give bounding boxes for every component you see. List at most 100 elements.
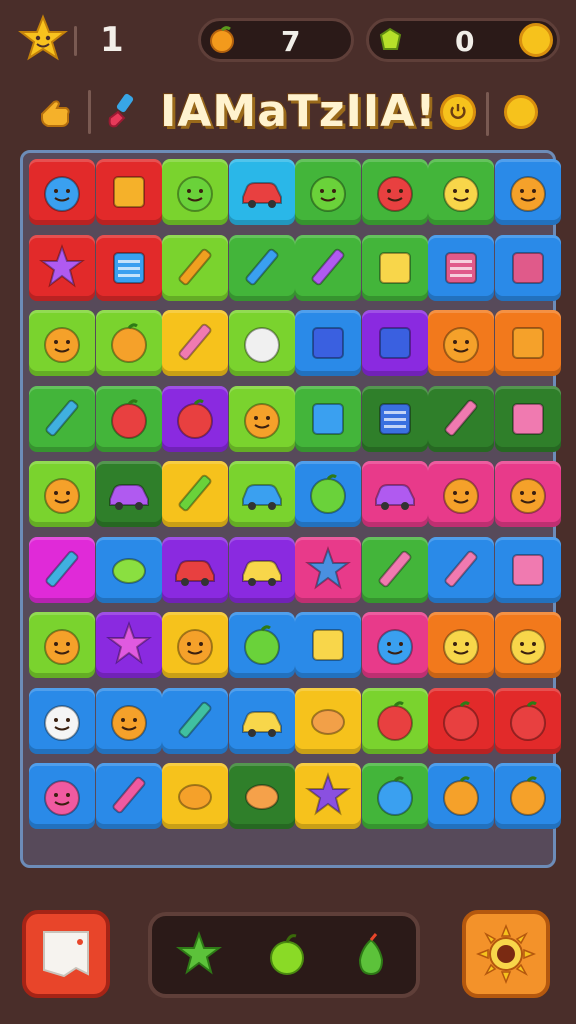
paint-brush-icon[interactable] xyxy=(102,92,142,132)
tile-dkgreen-stripes[interactable] xyxy=(361,385,428,452)
fruit-icon xyxy=(443,700,479,741)
tile-blue-stack[interactable] xyxy=(428,234,494,301)
tile-pink-purple-car[interactable] xyxy=(361,461,428,527)
tile-orange-bear-2[interactable] xyxy=(494,310,561,376)
tile-green-pencil[interactable] xyxy=(361,536,428,603)
green-pear-icon[interactable] xyxy=(346,930,396,980)
critter-icon xyxy=(509,176,546,212)
tile-red-blue-smiley[interactable] xyxy=(29,159,95,225)
tile-blue-pink-blob[interactable] xyxy=(29,763,95,829)
tile-green-green-blob[interactable] xyxy=(295,159,361,225)
tile-green-blue-brush[interactable] xyxy=(228,234,295,301)
car-icon xyxy=(374,484,415,510)
tile-bright-green-smiley[interactable] xyxy=(162,159,228,225)
tile-red-blue-book[interactable] xyxy=(95,234,162,301)
tile-magenta-crayon[interactable] xyxy=(29,536,95,603)
tile-purple-red-car[interactable] xyxy=(162,536,228,603)
tile-dkgreen-pencil[interactable] xyxy=(428,385,494,452)
power-button-icon[interactable] xyxy=(440,94,476,130)
chip-icon xyxy=(178,784,212,810)
tile-red-red-fruit[interactable] xyxy=(428,687,494,754)
tile-green-purple-brush[interactable] xyxy=(295,234,361,301)
tile-green-crayon[interactable] xyxy=(29,385,95,452)
tile-lime-brush[interactable] xyxy=(162,234,228,301)
tile-blue-green-fruit[interactable] xyxy=(228,612,295,678)
tile-blue-pencil[interactable] xyxy=(428,536,494,603)
tile-red-cat-face[interactable] xyxy=(95,159,162,225)
tile-pink-orange-critter[interactable] xyxy=(428,461,494,527)
tile-purple-box[interactable] xyxy=(361,310,428,376)
tile-blue-yellow-block[interactable] xyxy=(295,612,361,678)
tile-red-red-fruit-2[interactable] xyxy=(494,687,561,754)
tile-blue-pink-crayon[interactable] xyxy=(95,763,162,829)
tile-purple-tomato[interactable] xyxy=(162,385,228,452)
tile-blue-leaf[interactable] xyxy=(95,536,162,603)
tile-green-tomato[interactable] xyxy=(95,385,162,452)
tile-lime-orange-smiley[interactable] xyxy=(29,461,95,527)
tile-green-red-critter[interactable] xyxy=(361,159,428,225)
tile-blue-orange-critter[interactable] xyxy=(494,159,561,225)
tile-orange-yellow-critter[interactable] xyxy=(428,612,494,678)
tile-green-blue-fruit[interactable] xyxy=(361,763,428,829)
tile-purple-yellow-car[interactable] xyxy=(228,536,295,603)
item-tray xyxy=(148,912,420,998)
tile-lime-egg[interactable] xyxy=(228,310,295,376)
tile-pink-plane[interactable] xyxy=(295,536,361,603)
tile-pink-orange-critter-2[interactable] xyxy=(494,461,561,527)
tile-blue-white-bubble[interactable] xyxy=(29,687,95,754)
smiley-icon xyxy=(110,704,147,741)
tile-dkgreen-shell[interactable] xyxy=(228,763,295,829)
crayon-icon xyxy=(45,550,79,587)
tile-green-yellow-critter[interactable] xyxy=(428,159,494,225)
tile-lime-orange-fruit[interactable] xyxy=(95,310,162,376)
car-icon xyxy=(175,559,215,586)
tile-pink-blue-blob[interactable] xyxy=(361,612,428,678)
tile-yellow-star[interactable] xyxy=(295,763,361,829)
tile-yellow-green-crayon[interactable] xyxy=(162,461,228,527)
tile-lime-orange-smiley[interactable] xyxy=(228,385,295,452)
map-button[interactable] xyxy=(22,910,110,998)
tile-green-yellow-block[interactable] xyxy=(361,234,428,301)
tile-lime-red-fruit[interactable] xyxy=(361,687,428,754)
tile-blue-orange-fruit-2[interactable] xyxy=(494,763,561,829)
fruit-icon xyxy=(509,700,546,741)
tile-dkgreen-pencil-2[interactable] xyxy=(494,385,561,452)
tile-blue-pencil-2[interactable] xyxy=(494,536,561,603)
bear-icon xyxy=(443,327,479,363)
settings-button[interactable] xyxy=(462,910,550,998)
tile-yellow-orange-chip[interactable] xyxy=(162,763,228,829)
tile-blue-green-balloon[interactable] xyxy=(295,461,361,527)
tile-yellow-bear[interactable] xyxy=(162,612,228,678)
block-icon xyxy=(378,251,411,284)
tile-lime-orange-critter[interactable] xyxy=(29,612,95,678)
fruit-icon xyxy=(509,776,546,816)
green-apple-icon[interactable] xyxy=(262,930,312,980)
2-icon xyxy=(511,251,544,284)
tile-purple-gear[interactable] xyxy=(95,612,162,678)
tile-orange-bear[interactable] xyxy=(428,310,494,376)
tile-dkgreen-purple-car[interactable] xyxy=(95,461,162,527)
currency-pill-left[interactable]: 7 xyxy=(198,18,354,62)
tile-red-purple-cross[interactable] xyxy=(29,234,95,301)
book-icon xyxy=(112,251,145,284)
tile-cyan-red-car[interactable] xyxy=(228,159,295,225)
tile-blue-orange-fruit[interactable] xyxy=(428,763,494,829)
coin-icon[interactable] xyxy=(504,95,538,129)
coin-add-icon[interactable] xyxy=(519,23,553,57)
tile-green-blob-face[interactable] xyxy=(295,385,361,452)
tile-lime-blue-car[interactable] xyxy=(228,461,295,527)
tile-blue-orange-smiley[interactable] xyxy=(95,687,162,754)
tile-lime-orange-critter[interactable] xyxy=(29,310,95,376)
tile-yellow-pencil[interactable] xyxy=(162,310,228,376)
currency-pill-right[interactable]: 0 xyxy=(366,18,560,62)
hand-pointer-icon[interactable] xyxy=(36,94,76,134)
tile-blue-box[interactable] xyxy=(295,310,361,376)
green-gem-icon xyxy=(379,27,402,50)
tile-yellow-heart[interactable] xyxy=(295,687,361,754)
tile-blue-yellow-car[interactable] xyxy=(228,687,295,754)
green-star-icon[interactable] xyxy=(174,930,224,980)
tile-blue-feather[interactable] xyxy=(162,687,228,754)
tile-orange-yellow-critter-2[interactable] xyxy=(494,612,561,678)
tile-blue-stack-2[interactable] xyxy=(494,234,561,301)
pencil-icon xyxy=(444,550,478,587)
